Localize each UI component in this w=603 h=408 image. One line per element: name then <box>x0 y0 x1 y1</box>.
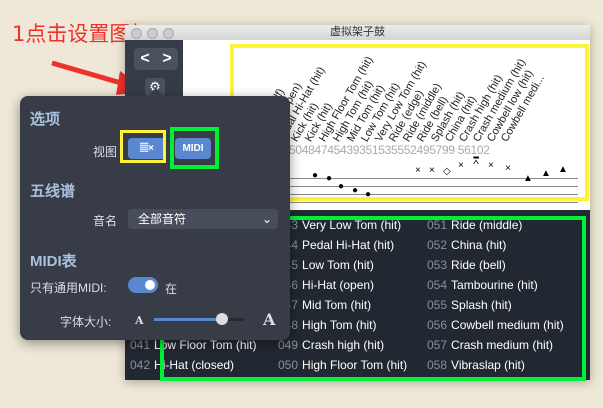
next-button[interactable]: > <box>156 48 178 70</box>
font-small-icon: A <box>135 314 144 327</box>
midi-number: 041 <box>130 338 151 352</box>
zoom-button[interactable] <box>163 28 174 39</box>
close-button[interactable] <box>131 28 142 39</box>
font-size-label: 字体大小: <box>60 315 112 329</box>
note-name-label: 音名 <box>93 214 118 228</box>
midi-number: 042 <box>130 358 151 372</box>
minimize-button[interactable] <box>147 28 158 39</box>
gm-only-state: 在 <box>165 282 178 296</box>
slider-fill <box>154 318 222 321</box>
gm-only-label: 只有通用MIDI: <box>30 281 107 295</box>
window-title: 虚拟架子鼓 <box>330 26 385 38</box>
midi-table-heading: MIDI表 <box>30 253 77 270</box>
chevron-down-icon: ⌄ <box>261 212 272 226</box>
view-label: 视图 <box>93 145 118 159</box>
font-large-icon: A <box>263 310 276 329</box>
note-name-select[interactable]: 全部音符 ⌄ <box>128 209 278 229</box>
staff-heading: 五线谱 <box>30 183 76 200</box>
options-heading: 选项 <box>30 111 61 128</box>
nav-buttons: < > <box>134 48 178 70</box>
title-bar: 虚拟架子鼓 <box>125 25 590 40</box>
gm-only-toggle[interactable] <box>128 277 158 293</box>
note-name-value: 全部音符 <box>138 212 187 226</box>
slider-knob[interactable] <box>215 313 228 325</box>
highlight-staff-view <box>120 130 166 163</box>
highlight-midi-view <box>170 127 219 169</box>
font-size-slider[interactable] <box>154 313 244 325</box>
prev-button[interactable]: < <box>134 48 156 70</box>
